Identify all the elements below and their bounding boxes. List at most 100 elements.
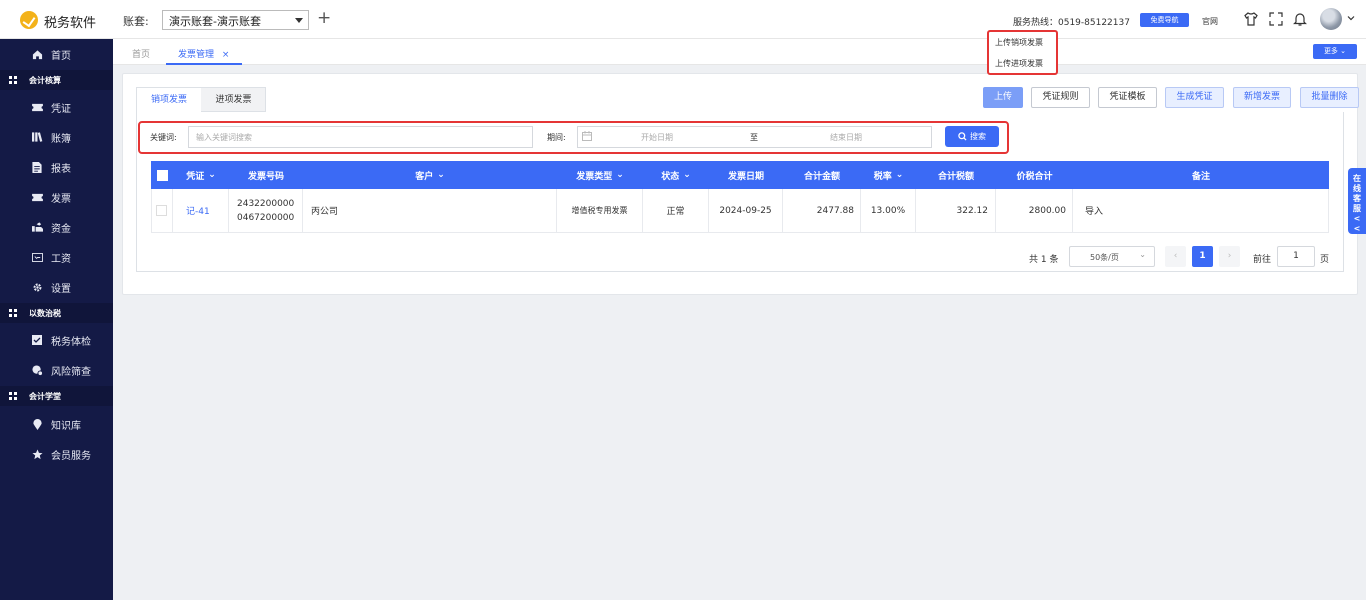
voucher-rules-button[interactable]: 凭证规则	[1031, 87, 1090, 108]
chevron-down-icon: ⌄	[895, 170, 904, 180]
amount-cell: 2477.88	[783, 189, 861, 232]
col-invoice-type[interactable]: 发票类型 ⌄	[557, 161, 643, 189]
service-hotline: 服务热线：0519-85122137	[1013, 18, 1130, 28]
star-icon	[31, 448, 43, 459]
app-name: 税务软件	[44, 16, 97, 31]
location-pin-icon	[32, 418, 42, 430]
caret-down-icon	[295, 18, 303, 23]
page-tabs-bar	[113, 39, 1366, 65]
keyword-label: 关键词:	[150, 133, 177, 142]
upload-button[interactable]: 上传	[983, 87, 1023, 108]
account-label: 账套:	[123, 15, 149, 28]
ticket-icon	[31, 103, 43, 111]
batch-delete-button[interactable]: 批量删除	[1300, 87, 1359, 108]
tab-invoice-management[interactable]: 发票管理 ×	[166, 40, 242, 65]
search-button[interactable]: 搜索	[945, 126, 999, 147]
col-status[interactable]: 状态 ⌄	[643, 161, 709, 189]
keyword-input[interactable]: 输入关键词搜索	[188, 126, 533, 148]
sidebar-item-home[interactable]: 首页	[0, 39, 113, 69]
prev-page-button[interactable]: ‹	[1165, 246, 1186, 267]
sidebar-group-accounting: 会计核算	[0, 70, 113, 90]
sidebar-item-member[interactable]: 会员服务	[0, 439, 113, 469]
chevron-down-icon: ⌄	[1340, 47, 1347, 55]
official-site-link[interactable]: 官网	[1202, 16, 1218, 27]
chevron-down-icon[interactable]	[1346, 13, 1356, 23]
online-service-tab[interactable]: 在线客服<<	[1348, 168, 1366, 234]
chevron-down-icon: ⌄	[437, 170, 445, 180]
search-icon	[958, 132, 967, 141]
tab-sales-invoices[interactable]: 销项发票	[137, 88, 201, 113]
shirt-icon[interactable]	[1243, 11, 1259, 27]
upload-sales-invoice-item[interactable]: 上传销项发票	[995, 37, 1043, 48]
sidebar-item-funds[interactable]: 资金	[0, 212, 113, 242]
chevron-down-icon: ⌄	[616, 170, 624, 180]
grid-icon	[9, 76, 17, 84]
goto-label: 前往	[1253, 255, 1272, 265]
select-all-checkbox[interactable]	[151, 161, 173, 189]
col-remark: 备注	[1191, 171, 1210, 182]
fullscreen-icon[interactable]	[1268, 11, 1284, 27]
col-invoice-no: 发票号码	[247, 171, 284, 182]
total-cell: 2800.00	[996, 189, 1073, 232]
invoice-icon	[31, 193, 43, 201]
gear-icon	[33, 283, 41, 291]
sidebar-group-tax: 以数治税	[0, 303, 113, 323]
voucher-link[interactable]: 记-41	[173, 189, 229, 232]
account-select[interactable]: 演示账套-演示账套	[162, 10, 309, 30]
sidebar-item-report[interactable]: 报表	[0, 152, 113, 182]
date-separator: 至	[750, 133, 758, 142]
voucher-template-button[interactable]: 凭证模板	[1098, 87, 1157, 108]
grid-icon	[9, 309, 17, 317]
col-tax-amount: 合计税额	[937, 171, 974, 182]
upload-purchase-invoice-item[interactable]: 上传进项发票	[995, 58, 1043, 69]
sidebar-item-tax-check[interactable]: 税务体检	[0, 325, 113, 355]
next-page-button[interactable]: ›	[1219, 246, 1240, 267]
total-count: 共 1 条	[1029, 255, 1059, 265]
invoice-type-cell: 增值税专用发票	[557, 189, 643, 232]
status-cell: 正常	[643, 189, 709, 232]
account-value: 演示账套-演示账套	[169, 15, 261, 28]
sidebar-item-knowledge[interactable]: 知识库	[0, 409, 113, 439]
sidebar-item-salary[interactable]: 工资	[0, 242, 113, 272]
goto-page-input[interactable]: 1	[1277, 246, 1315, 267]
sidebar-item-risk-scan[interactable]: 风险筛查	[0, 355, 113, 385]
checkup-icon	[32, 335, 42, 345]
col-total: 价税合计	[1016, 171, 1053, 182]
row-checkbox[interactable]	[151, 189, 173, 232]
remark-cell: 导入	[1085, 207, 1104, 217]
generate-voucher-button[interactable]: 生成凭证	[1165, 87, 1224, 108]
add-account-icon[interactable]: +	[317, 8, 331, 28]
start-date-input[interactable]: 开始日期	[641, 132, 673, 143]
customer-cell: 丙公司	[303, 189, 557, 232]
col-voucher[interactable]: 凭证 ⌄	[173, 161, 229, 189]
user-avatar[interactable]	[1320, 8, 1342, 30]
sidebar-item-settings[interactable]: 设置	[0, 272, 113, 302]
sidebar-group-school: 会计学堂	[0, 386, 113, 406]
sidebar-item-ledger[interactable]: 账簿	[0, 122, 113, 152]
col-amount: 合计金额	[803, 171, 840, 182]
salary-icon	[31, 252, 43, 262]
period-label: 期间:	[547, 133, 566, 142]
ledger-icon	[31, 132, 42, 142]
more-button[interactable]: 更多 ⌄	[1313, 44, 1357, 59]
col-tax-rate[interactable]: 税率 ⌄	[861, 161, 916, 189]
report-icon	[32, 161, 42, 173]
bell-icon[interactable]	[1292, 11, 1308, 27]
end-date-input[interactable]: 结束日期	[830, 132, 862, 143]
invoice-number-cell: 2432200000 0467200000	[229, 189, 303, 232]
page-number-1[interactable]: 1	[1192, 246, 1213, 267]
add-invoice-button[interactable]: 新增发票	[1233, 87, 1291, 108]
close-icon[interactable]: ×	[222, 50, 230, 60]
col-invoice-date: 发票日期	[727, 171, 764, 182]
free-navigation-button[interactable]: 免费导航	[1140, 13, 1189, 27]
col-customer[interactable]: 客户 ⌄	[303, 161, 557, 189]
chevron-down-icon: ⌄	[683, 170, 691, 180]
tab-home[interactable]: 首页	[132, 47, 150, 60]
chevron-down-icon: ⌄	[208, 170, 216, 180]
tab-purchase-invoices[interactable]: 进项发票	[201, 88, 266, 112]
funds-icon	[31, 222, 43, 232]
sidebar-item-voucher[interactable]: 凭证	[0, 92, 113, 122]
page-unit-label: 页	[1320, 255, 1330, 265]
sidebar-item-invoice[interactable]: 发票	[0, 182, 113, 212]
page-size-select[interactable]: 50条/页 ⌄	[1069, 246, 1155, 267]
